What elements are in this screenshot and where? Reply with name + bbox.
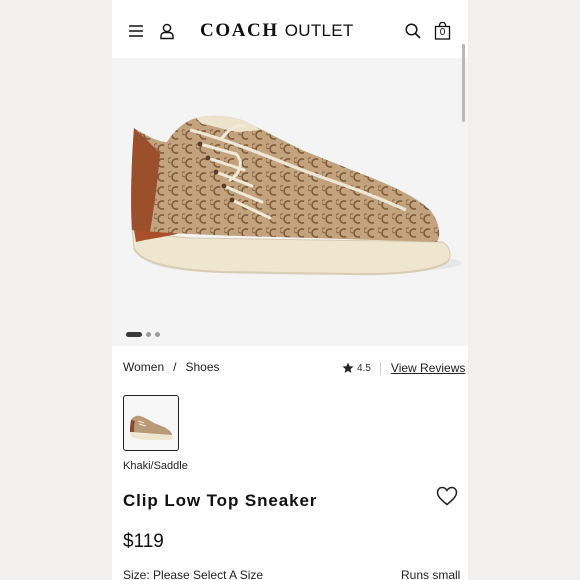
product-page: COACH OUTLET 0 Women / Shoes 4.5 View Re… — [112, 0, 468, 580]
brand-logo[interactable]: COACH OUTLET — [200, 20, 376, 42]
breadcrumb-shoes[interactable]: Shoes — [185, 360, 219, 374]
gallery-dot[interactable] — [126, 332, 142, 337]
site-header: COACH OUTLET 0 — [112, 0, 468, 58]
swatch-thumbnail — [130, 415, 174, 440]
hamburger-menu-icon[interactable] — [127, 22, 145, 40]
product-title: Clip Low Top Sneaker — [123, 491, 318, 510]
search-icon[interactable] — [404, 22, 422, 40]
heart-icon[interactable] — [436, 486, 458, 506]
breadcrumb-women[interactable]: Women — [123, 360, 164, 374]
rating-summary: 4.5 View Reviews — [342, 361, 465, 375]
product-price: $119 — [123, 531, 164, 552]
size-selector[interactable]: Size: Please Select A Size — [123, 568, 263, 580]
rating-value: 4.5 — [357, 362, 371, 374]
user-icon[interactable] — [158, 22, 176, 40]
gallery-dot[interactable] — [146, 332, 151, 337]
divider — [379, 361, 381, 375]
gallery-dot[interactable] — [155, 332, 160, 337]
product-image-gallery[interactable] — [112, 58, 468, 346]
brand-sub: OUTLET — [284, 21, 354, 40]
fit-note[interactable]: Runs small — [401, 568, 460, 580]
bag-count: 0 — [439, 27, 446, 38]
brand-name: COACH — [200, 20, 279, 41]
color-name: Khaki/Saddle — [123, 460, 188, 472]
product-image — [131, 115, 462, 276]
size-value: Please Select A Size — [153, 568, 264, 580]
scrollbar[interactable] — [462, 44, 465, 122]
color-swatch-khaki-saddle[interactable] — [123, 395, 179, 451]
view-reviews-link[interactable]: View Reviews — [391, 361, 465, 375]
breadcrumb: Women / Shoes — [123, 360, 220, 374]
size-label: Size: — [123, 568, 150, 580]
gallery-pagination[interactable] — [126, 332, 160, 337]
star-icon — [342, 362, 354, 373]
breadcrumb-separator: / — [173, 360, 177, 374]
